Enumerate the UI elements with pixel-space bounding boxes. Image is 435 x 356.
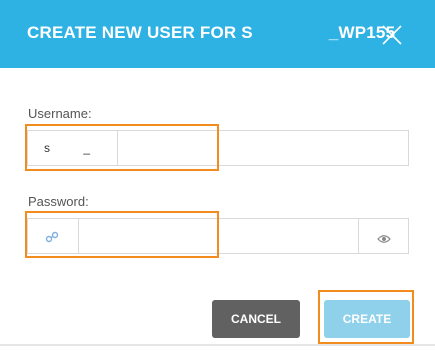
password-input[interactable] bbox=[79, 219, 358, 253]
dialog-title: CREATE NEW USER FOR S _WP155 bbox=[27, 22, 395, 43]
username-label: Username: bbox=[28, 106, 92, 121]
dialog-title-prefix: CREATE NEW USER FOR S bbox=[27, 23, 253, 42]
username-prefix-text: s _ bbox=[44, 141, 91, 155]
close-icon[interactable] bbox=[382, 25, 402, 45]
username-input[interactable] bbox=[118, 131, 408, 165]
show-password-button[interactable] bbox=[358, 219, 408, 253]
create-button[interactable]: CREATE bbox=[324, 300, 410, 338]
password-field bbox=[27, 218, 409, 254]
password-label: Password: bbox=[28, 194, 89, 209]
key-icon bbox=[45, 230, 59, 248]
cancel-button[interactable]: CANCEL bbox=[212, 300, 300, 338]
divider bbox=[0, 344, 435, 346]
username-field: s _ bbox=[27, 130, 409, 166]
redacted-block bbox=[252, 22, 329, 42]
dialog-header: CREATE NEW USER FOR S _WP155 bbox=[0, 0, 435, 68]
username-prefix: s _ bbox=[28, 131, 118, 165]
eye-icon bbox=[377, 231, 391, 249]
generate-password-button[interactable] bbox=[28, 219, 79, 253]
